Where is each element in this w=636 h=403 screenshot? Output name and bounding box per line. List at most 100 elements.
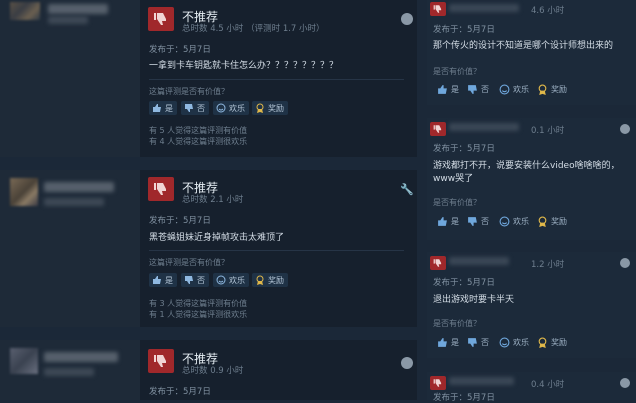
thumbs-up-icon: [438, 337, 447, 347]
thumbs-down-icon: [430, 376, 446, 390]
reviewer-name[interactable]: [449, 257, 509, 265]
smiley-icon: [499, 337, 510, 347]
award-button[interactable]: 奖励: [252, 273, 288, 287]
thumbs-down-icon: [148, 349, 174, 373]
vote-funny-label: 欢乐: [229, 275, 245, 285]
vote-no-button[interactable]: 否: [467, 82, 489, 96]
review-hours: 0.1 小时: [531, 126, 565, 136]
award-button[interactable]: 奖励: [252, 101, 288, 115]
review-text[interactable]: 一拿到卡车钥匙就卡住怎么办？？？？？？？？: [149, 58, 338, 71]
review-text[interactable]: 那个传火的设计不知道是哪个设计师想出来的: [433, 38, 613, 51]
vote-yes-label: 是: [165, 103, 173, 113]
review-card-1: 不推荐 总时数 4.5 小时 （评测时 1.7 小时） 发布于：5月7日 一拿到…: [0, 0, 417, 157]
vote-yes-label: 是: [451, 337, 459, 347]
helpful-question: 这篇评测是否有价值？: [149, 87, 229, 96]
posted-date: 发布于：5月7日: [433, 393, 495, 403]
posted-date: 发布于：5月7日: [149, 45, 211, 55]
review-text[interactable]: 黑苍蝇姐妹近身掉帧攻击太难顶了: [149, 230, 284, 243]
smiley-icon: [499, 216, 510, 226]
vote-funny-button[interactable]: 欢乐: [499, 214, 529, 228]
avatar[interactable]: [10, 348, 38, 374]
award-icon: [538, 337, 547, 348]
award-label: 奖励: [551, 84, 567, 94]
posted-date: 发布于：5月7日: [149, 387, 211, 397]
award-label: 奖励: [268, 103, 284, 113]
posted-date: 发布于：5月7日: [149, 216, 211, 226]
vote-yes-button[interactable]: 是: [437, 335, 459, 349]
thumbs-down-icon: [468, 84, 477, 94]
review-hours: 4.6 小时: [531, 6, 565, 16]
side-review-card-1: 4.6 小时 发布于：5月7日 那个传火的设计不知道是哪个设计师想出来的 是否有…: [427, 0, 636, 105]
thumbs-down-icon: [468, 337, 477, 347]
steam-icon: [620, 258, 630, 268]
helpful-question: 是否有价值？: [433, 198, 481, 207]
smiley-icon: [499, 84, 510, 94]
review-card-3: 不推荐 总时数 0.9 小时 发布于：5月7日: [0, 340, 417, 400]
award-icon: [256, 275, 264, 285]
thumbs-down-icon: [430, 122, 446, 136]
thumbs-up-icon: [153, 276, 161, 284]
vote-no-label: 否: [197, 275, 205, 285]
vote-no-label: 否: [481, 337, 489, 347]
funny-count: 有 4 人觉得这篇评测很欢乐: [149, 137, 248, 146]
posted-date: 发布于：5月7日: [433, 278, 495, 288]
thumbs-up-icon: [438, 84, 447, 94]
award-label: 奖励: [268, 275, 284, 285]
vote-yes-button[interactable]: 是: [149, 273, 177, 287]
vote-no-label: 否: [481, 216, 489, 226]
steam-icon: [620, 124, 630, 134]
helpful-count: 有 5 人觉得这篇评测有价值: [149, 126, 248, 135]
vote-no-button[interactable]: 否: [181, 273, 209, 287]
review-hours: 总时数 4.5 小时 （评测时 1.7 小时）: [182, 24, 325, 34]
vote-funny-button[interactable]: 欢乐: [499, 335, 529, 349]
thumbs-down-icon: [468, 216, 477, 226]
review-hours: 总时数 2.1 小时: [182, 195, 244, 205]
thumbs-down-icon: [148, 177, 174, 201]
vote-funny-label: 欢乐: [513, 216, 529, 226]
thumbs-down-icon: [185, 104, 193, 112]
review-text-line-1[interactable]: 游戏都打不开，说要安装什么video啥啥啥的，: [433, 158, 620, 171]
avatar[interactable]: [10, 178, 38, 206]
vote-funny-button[interactable]: 欢乐: [499, 82, 529, 96]
vote-funny-label: 欢乐: [513, 337, 529, 347]
steam-icon: [620, 378, 630, 388]
vote-yes-button[interactable]: 是: [437, 82, 459, 96]
vote-funny-button[interactable]: 欢乐: [213, 273, 249, 287]
reviewer-name[interactable]: [44, 182, 114, 192]
award-icon: [538, 84, 547, 95]
reviewer-name[interactable]: [449, 123, 519, 131]
steam-icon: [401, 13, 413, 25]
vote-funny-button[interactable]: 欢乐: [213, 101, 249, 115]
vote-no-button[interactable]: 否: [467, 335, 489, 349]
reviewer-name[interactable]: [44, 352, 118, 362]
avatar[interactable]: [10, 2, 40, 20]
thumbs-down-icon: [148, 7, 174, 31]
divider: [149, 79, 404, 80]
reviewer-name[interactable]: [449, 377, 514, 385]
thumbs-up-icon: [438, 216, 447, 226]
review-text[interactable]: 退出游戏时要卡半天: [433, 292, 514, 305]
thumbs-down-icon: [430, 256, 446, 270]
helpful-question: 是否有价值？: [433, 67, 481, 76]
reviewer-name[interactable]: [449, 4, 519, 12]
award-label: 奖励: [551, 337, 567, 347]
helpful-count: 有 3 人觉得这篇评测有价值: [149, 299, 248, 308]
steam-icon: [401, 357, 413, 369]
vote-yes-label: 是: [451, 216, 459, 226]
award-button[interactable]: 奖励: [537, 82, 567, 96]
award-button[interactable]: 奖励: [537, 214, 567, 228]
award-button[interactable]: 奖励: [537, 335, 567, 349]
vote-no-button[interactable]: 否: [181, 101, 209, 115]
award-icon: [256, 103, 264, 113]
thumbs-down-icon: [430, 2, 446, 16]
reviewer-name[interactable]: [48, 4, 108, 14]
vote-no-button[interactable]: 否: [467, 214, 489, 228]
vote-yes-button[interactable]: 是: [437, 214, 459, 228]
smiley-icon: [216, 275, 226, 285]
vote-yes-button[interactable]: 是: [149, 101, 177, 115]
review-text-line-2[interactable]: www哭了: [433, 171, 473, 184]
vote-yes-label: 是: [451, 84, 459, 94]
review-card-2: 不推荐 总时数 2.1 小时 🔧 发布于：5月7日 黑苍蝇姐妹近身掉帧攻击太难顶…: [0, 170, 417, 327]
side-review-card-2: 0.1 小时 发布于：5月7日 游戏都打不开，说要安装什么video啥啥啥的， …: [427, 118, 636, 240]
reviewer-meta: [44, 198, 104, 206]
